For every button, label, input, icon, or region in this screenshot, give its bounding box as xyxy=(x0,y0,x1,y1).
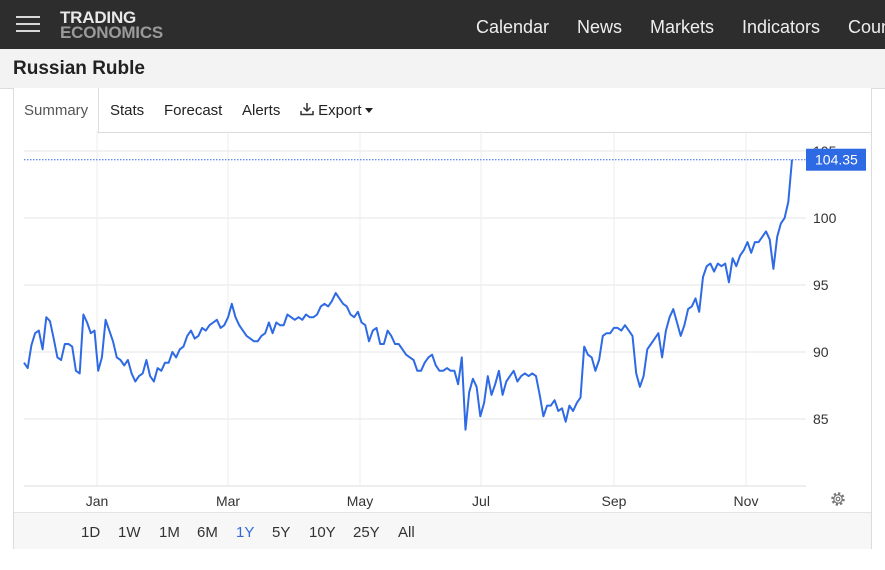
range-25y[interactable]: 25Y xyxy=(353,524,380,541)
title-bar: Russian Ruble xyxy=(0,49,885,89)
x-tick-label: Mar xyxy=(216,493,240,509)
y-tick-label: 100 xyxy=(813,210,837,226)
top-navigation-bar: TRADING ECONOMICS Calendar News Markets … xyxy=(0,0,885,49)
chart-panel: Summary Stats Forecast Alerts Export 85 9… xyxy=(13,88,872,549)
nav-countries[interactable]: Countries xyxy=(848,17,885,38)
nav-news[interactable]: News xyxy=(577,17,622,38)
x-tick-label: Jan xyxy=(86,493,109,509)
site-logo[interactable]: TRADING ECONOMICS xyxy=(60,9,164,42)
range-6m[interactable]: 6M xyxy=(197,524,218,541)
nav-indicators[interactable]: Indicators xyxy=(742,17,820,38)
nav-markets[interactable]: Markets xyxy=(650,17,714,38)
range-selector: 1D 1W 1M 6M 1Y 5Y 10Y 25Y All xyxy=(14,512,871,549)
range-1y[interactable]: 1Y xyxy=(236,524,254,541)
price-chart[interactable]: 859095100105 JanMarMayJulSepNov 104.35 xyxy=(14,88,871,512)
x-tick-label: Sep xyxy=(602,493,627,509)
gear-icon[interactable] xyxy=(831,492,845,506)
nav-calendar[interactable]: Calendar xyxy=(476,17,549,38)
x-tick-label: Nov xyxy=(734,493,759,509)
range-all[interactable]: All xyxy=(398,524,415,541)
price-series-line xyxy=(23,159,793,431)
range-10y[interactable]: 10Y xyxy=(309,524,336,541)
x-tick-label: Jul xyxy=(472,493,490,509)
last-price-label: 104.35 xyxy=(815,152,858,168)
range-5y[interactable]: 5Y xyxy=(272,524,290,541)
y-tick-label: 85 xyxy=(813,411,829,427)
y-tick-label: 90 xyxy=(813,344,829,360)
logo-line-2: ECONOMICS xyxy=(60,23,164,42)
page-title: Russian Ruble xyxy=(13,58,145,79)
hamburger-menu-icon[interactable] xyxy=(16,14,40,34)
range-1d[interactable]: 1D xyxy=(81,524,100,541)
y-tick-label: 95 xyxy=(813,277,829,293)
range-1w[interactable]: 1W xyxy=(118,524,141,541)
x-tick-label: May xyxy=(347,493,373,509)
range-1m[interactable]: 1M xyxy=(159,524,180,541)
